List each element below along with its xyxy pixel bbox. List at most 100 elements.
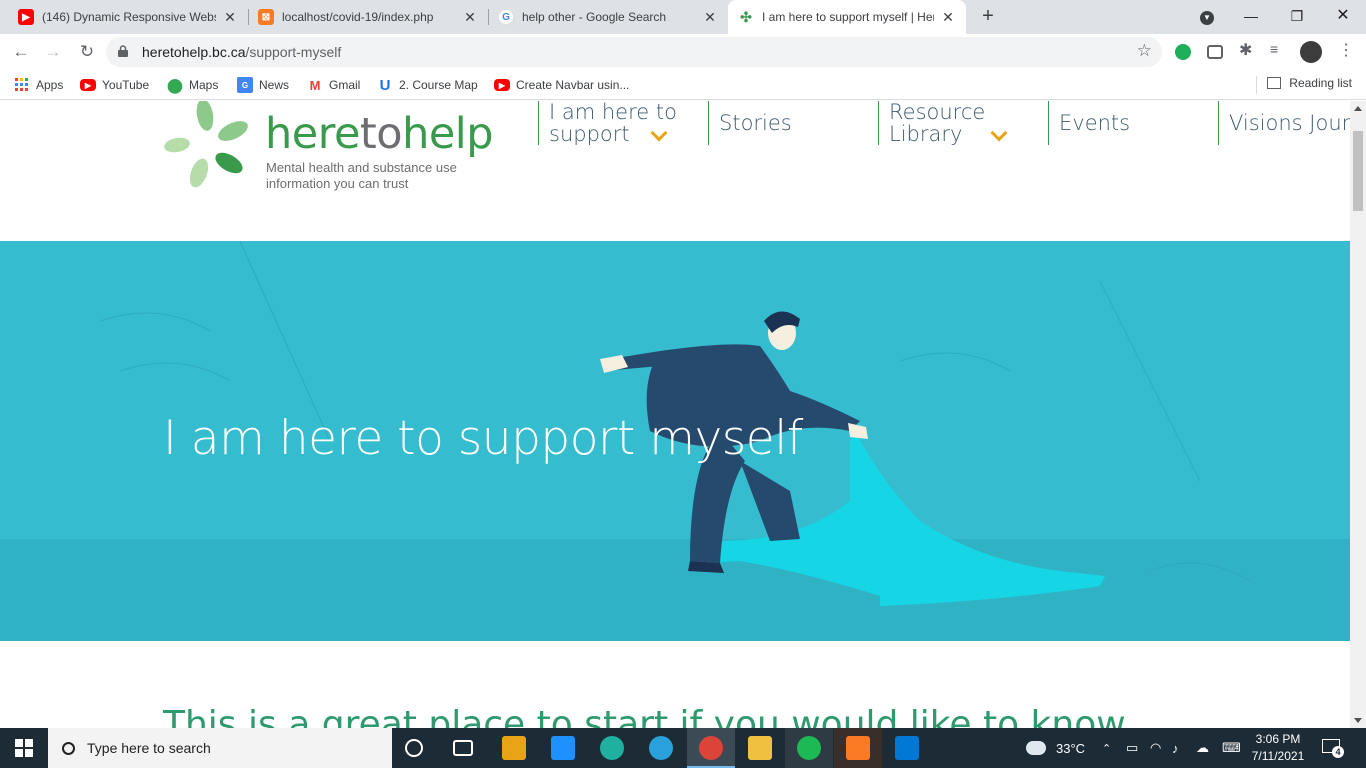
tab-google-search[interactable]: G help other - Google Search ✕: [488, 0, 728, 34]
onedrive-icon[interactable]: ☁: [1196, 728, 1209, 768]
bookmark-news[interactable]: G News: [237, 76, 289, 94]
bookmark-youtube[interactable]: ▶ YouTube: [80, 76, 149, 94]
taskbar-clock[interactable]: 3:06 PM 7/11/2021: [1250, 731, 1306, 765]
task-view-icon[interactable]: [453, 740, 473, 756]
taskbar-active-app[interactable]: [687, 728, 735, 768]
close-icon[interactable]: ✕: [702, 9, 718, 26]
bookmark-maps[interactable]: ⬤ Maps: [167, 76, 218, 94]
scroll-down-icon[interactable]: [1354, 718, 1362, 723]
reading-list-button[interactable]: Reading list: [1267, 76, 1352, 90]
cortana-icon[interactable]: [405, 739, 423, 757]
bookmark-label: Create Navbar usin...: [516, 78, 630, 92]
weather-temperature: 33°C: [1056, 740, 1086, 756]
telegram-icon[interactable]: [649, 736, 673, 760]
scrollbar-thumb[interactable]: [1353, 131, 1363, 211]
store-icon[interactable]: [502, 736, 526, 760]
nav-label: Library: [889, 122, 963, 146]
close-icon[interactable]: ✕: [222, 9, 238, 26]
tab-title: (146) Dynamic Responsive Websi: [42, 10, 216, 24]
nav-label: Visions Jour: [1229, 111, 1350, 135]
search-placeholder: Type here to search: [87, 740, 211, 756]
bookmark-gmail[interactable]: M Gmail: [307, 76, 361, 94]
tab-heretohelp[interactable]: ✣ I am here to support myself | Her ✕: [728, 0, 966, 34]
maximize-button[interactable]: ❐: [1274, 0, 1320, 34]
hands-logo-icon: [164, 101, 248, 188]
nav-label: support: [549, 122, 630, 146]
notifications-button[interactable]: 4: [1320, 737, 1344, 759]
youtube-icon: ▶: [80, 79, 96, 91]
puzzle-extensions-icon[interactable]: ✱: [1239, 40, 1259, 60]
page-scrollbar[interactable]: [1350, 101, 1366, 728]
windows-start-icon[interactable]: [15, 739, 33, 757]
volume-icon[interactable]: ♪: [1172, 728, 1179, 768]
media-control-icon[interactable]: ≡: [1270, 41, 1290, 61]
tray-chevron-up-icon[interactable]: ⌃: [1102, 728, 1111, 768]
news-icon: G: [237, 77, 253, 93]
nav-resource-library[interactable]: Resource Library: [878, 101, 1048, 145]
bookmark-star-icon[interactable]: ☆: [1137, 41, 1152, 61]
new-tab-button[interactable]: +: [976, 5, 1000, 29]
maps-pin-icon: ⬤: [167, 76, 183, 93]
close-window-button[interactable]: ✕: [1320, 0, 1366, 34]
taskbar-xampp[interactable]: [834, 728, 882, 768]
xampp-icon: [846, 736, 870, 760]
apps-grid-icon: [14, 77, 30, 93]
intro-text: This is a great place to start if you wo…: [163, 704, 1126, 728]
file-explorer-icon[interactable]: [748, 736, 772, 760]
tab-strip: ▶ (146) Dynamic Responsive Websi ✕ ⊠ loc…: [0, 0, 1366, 34]
bookmark-create-navbar[interactable]: ▶ Create Navbar usin...: [494, 76, 629, 94]
vscode-icon[interactable]: [895, 736, 919, 760]
brand-tagline: Mental health and substance use informat…: [266, 160, 457, 191]
bookmark-apps[interactable]: Apps: [14, 76, 63, 94]
battery-icon[interactable]: ▭: [1126, 728, 1138, 768]
heretohelp-icon: ✣: [740, 8, 752, 25]
web-page: heretohelp Mental health and substance u…: [0, 101, 1350, 728]
taskbar-spotify[interactable]: [785, 728, 833, 768]
extension-icon[interactable]: [1175, 44, 1191, 60]
reload-button[interactable]: ↻: [74, 40, 100, 64]
close-icon[interactable]: ✕: [462, 9, 478, 26]
chrome-icon: [699, 736, 723, 760]
bookmarks-bar: Apps ▶ YouTube ⬤ Maps G News M Gmail U 2. Cou…: [0, 70, 1366, 100]
taskbar-search-box[interactable]: Type here to search: [48, 728, 392, 768]
bookmark-course-map[interactable]: U 2. Course Map: [377, 76, 478, 94]
camera-icon[interactable]: [1207, 45, 1223, 59]
youtube-icon: ▶: [18, 9, 34, 25]
forward-button[interactable]: →: [40, 40, 66, 64]
nav-stories[interactable]: Stories: [708, 101, 878, 145]
bookmark-label: 2. Course Map: [399, 78, 478, 92]
bookmark-label: Gmail: [329, 78, 361, 92]
bookmark-label: News: [259, 78, 290, 92]
keyboard-icon[interactable]: ⌨: [1222, 728, 1241, 768]
menu-dots-icon[interactable]: ⋮: [1338, 40, 1358, 60]
clock-time: 3:06 PM: [1255, 732, 1301, 746]
mail-icon[interactable]: [551, 736, 575, 760]
bookmark-label: Apps: [36, 78, 64, 92]
close-icon[interactable]: ✕: [940, 9, 956, 26]
tab-localhost[interactable]: ⊠ localhost/covid-19/index.php ✕: [248, 0, 489, 34]
tab-search-button[interactable]: ▼: [1184, 0, 1230, 34]
back-button[interactable]: ←: [8, 40, 34, 64]
wifi-icon[interactable]: ◠: [1150, 728, 1161, 768]
weather-widget[interactable]: 33°C: [1026, 728, 1085, 768]
nav-visions-journal[interactable]: Visions Jour: [1218, 101, 1350, 145]
brand-wordmark: heretohelp: [265, 109, 494, 159]
hero-title: I am here to support myself: [163, 411, 803, 466]
address-bar[interactable]: heretohelp.bc.ca/support-myself ☆: [106, 37, 1162, 67]
edge-icon[interactable]: [600, 736, 624, 760]
clock-date: 7/11/2021: [1251, 749, 1305, 763]
divider: [1256, 76, 1257, 94]
bookmark-label: Maps: [189, 78, 219, 92]
scroll-up-icon[interactable]: [1354, 106, 1362, 111]
search-icon: [62, 741, 75, 755]
nav-i-am-here-to-support[interactable]: I am here to support: [538, 101, 708, 145]
tab-youtube[interactable]: ▶ (146) Dynamic Responsive Websi ✕: [8, 0, 249, 34]
site-logo[interactable]: heretohelp Mental health and substance u…: [163, 101, 503, 201]
minimize-button[interactable]: —: [1228, 0, 1274, 34]
google-icon: G: [498, 9, 514, 25]
reading-list-icon: [1267, 77, 1282, 89]
profile-avatar[interactable]: [1300, 41, 1322, 63]
nav-events[interactable]: Events: [1048, 101, 1218, 145]
weather-cloud-icon: [1026, 741, 1046, 755]
nav-label: Stories: [719, 111, 792, 135]
